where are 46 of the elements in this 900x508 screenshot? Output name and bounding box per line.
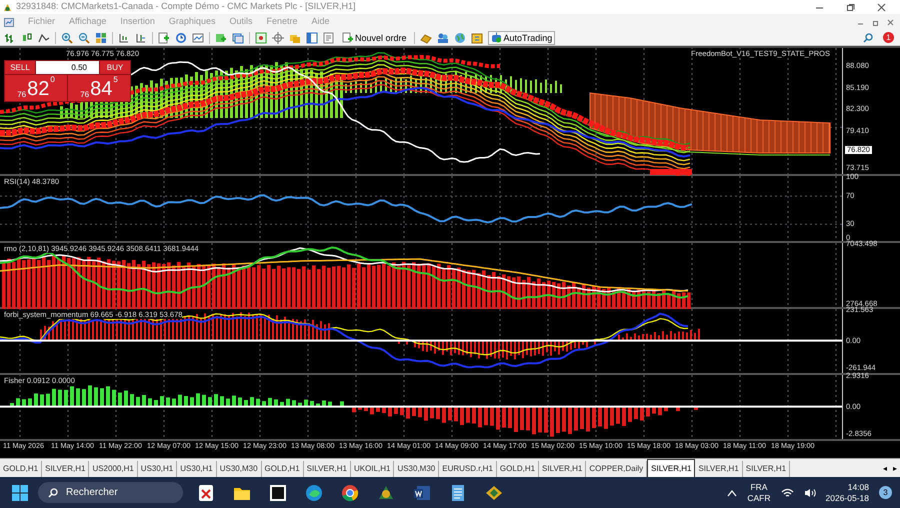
window-title: 32931848: CMCMarkets1-Canada - Compte Démo - CMC Markets Plc - [SILVER,H1] bbox=[16, 0, 356, 14]
wifi-icon[interactable] bbox=[780, 488, 794, 498]
crosshair-icon[interactable] bbox=[272, 32, 284, 44]
alerts-badge[interactable]: 1 bbox=[883, 32, 894, 43]
chart-tab[interactable]: SILVER,H1 bbox=[539, 461, 586, 477]
restore-icon[interactable] bbox=[872, 18, 879, 26]
lot-size-field[interactable]: 0.50 bbox=[36, 61, 99, 74]
chart-tab[interactable]: GOLD,H1 bbox=[0, 461, 42, 477]
clock[interactable]: 14:08 2026-05-18 bbox=[826, 482, 869, 504]
window-icon[interactable] bbox=[306, 32, 318, 44]
chart-window-icon[interactable] bbox=[4, 18, 14, 26]
word-icon[interactable] bbox=[413, 484, 431, 502]
buy-button[interactable]: BUY bbox=[100, 61, 130, 74]
speaker-icon[interactable] bbox=[804, 488, 816, 498]
new-order-button[interactable]: Nouvel ordre bbox=[340, 32, 409, 44]
line-chart-icon[interactable] bbox=[38, 32, 50, 44]
app-icon bbox=[3, 2, 12, 12]
language-indicator[interactable]: FRA CAFR bbox=[747, 482, 771, 504]
search-field[interactable]: Rechercher bbox=[38, 482, 183, 503]
clock-icon[interactable] bbox=[175, 32, 187, 44]
robot-icon bbox=[490, 32, 502, 43]
notepad-icon[interactable] bbox=[449, 484, 467, 502]
candlestick-icon[interactable] bbox=[21, 32, 33, 44]
zoom-in-icon[interactable] bbox=[61, 32, 73, 44]
bar-chart-icon[interactable] bbox=[4, 32, 16, 44]
chart-tab[interactable]: SILVER,H1 bbox=[647, 459, 696, 477]
signal-line bbox=[650, 169, 692, 175]
users-icon[interactable] bbox=[436, 32, 449, 44]
globe-icon[interactable] bbox=[454, 32, 466, 44]
scroll-button[interactable]: ▸ bbox=[890, 461, 900, 477]
restore-icon[interactable] bbox=[846, 2, 855, 12]
chevron-up-icon[interactable] bbox=[727, 488, 738, 496]
chrome-icon[interactable] bbox=[341, 484, 359, 502]
tile-windows-icon[interactable] bbox=[95, 32, 107, 44]
notification-badge[interactable]: 3 bbox=[879, 486, 892, 499]
zoom-out-icon[interactable] bbox=[78, 32, 90, 44]
autotrading-button[interactable]: AutoTrading bbox=[488, 30, 556, 44]
search-icon bbox=[48, 488, 58, 498]
close-icon[interactable] bbox=[887, 18, 894, 26]
edge-icon[interactable] bbox=[305, 484, 323, 502]
scroll-button[interactable]: ◂ bbox=[880, 461, 890, 477]
close-icon[interactable] bbox=[877, 2, 886, 12]
sell-button[interactable]: SELL bbox=[5, 61, 35, 74]
chart-tab[interactable]: GOLD,H1 bbox=[262, 461, 304, 477]
search-icon[interactable] bbox=[863, 32, 873, 42]
start-icon[interactable] bbox=[12, 484, 28, 500]
